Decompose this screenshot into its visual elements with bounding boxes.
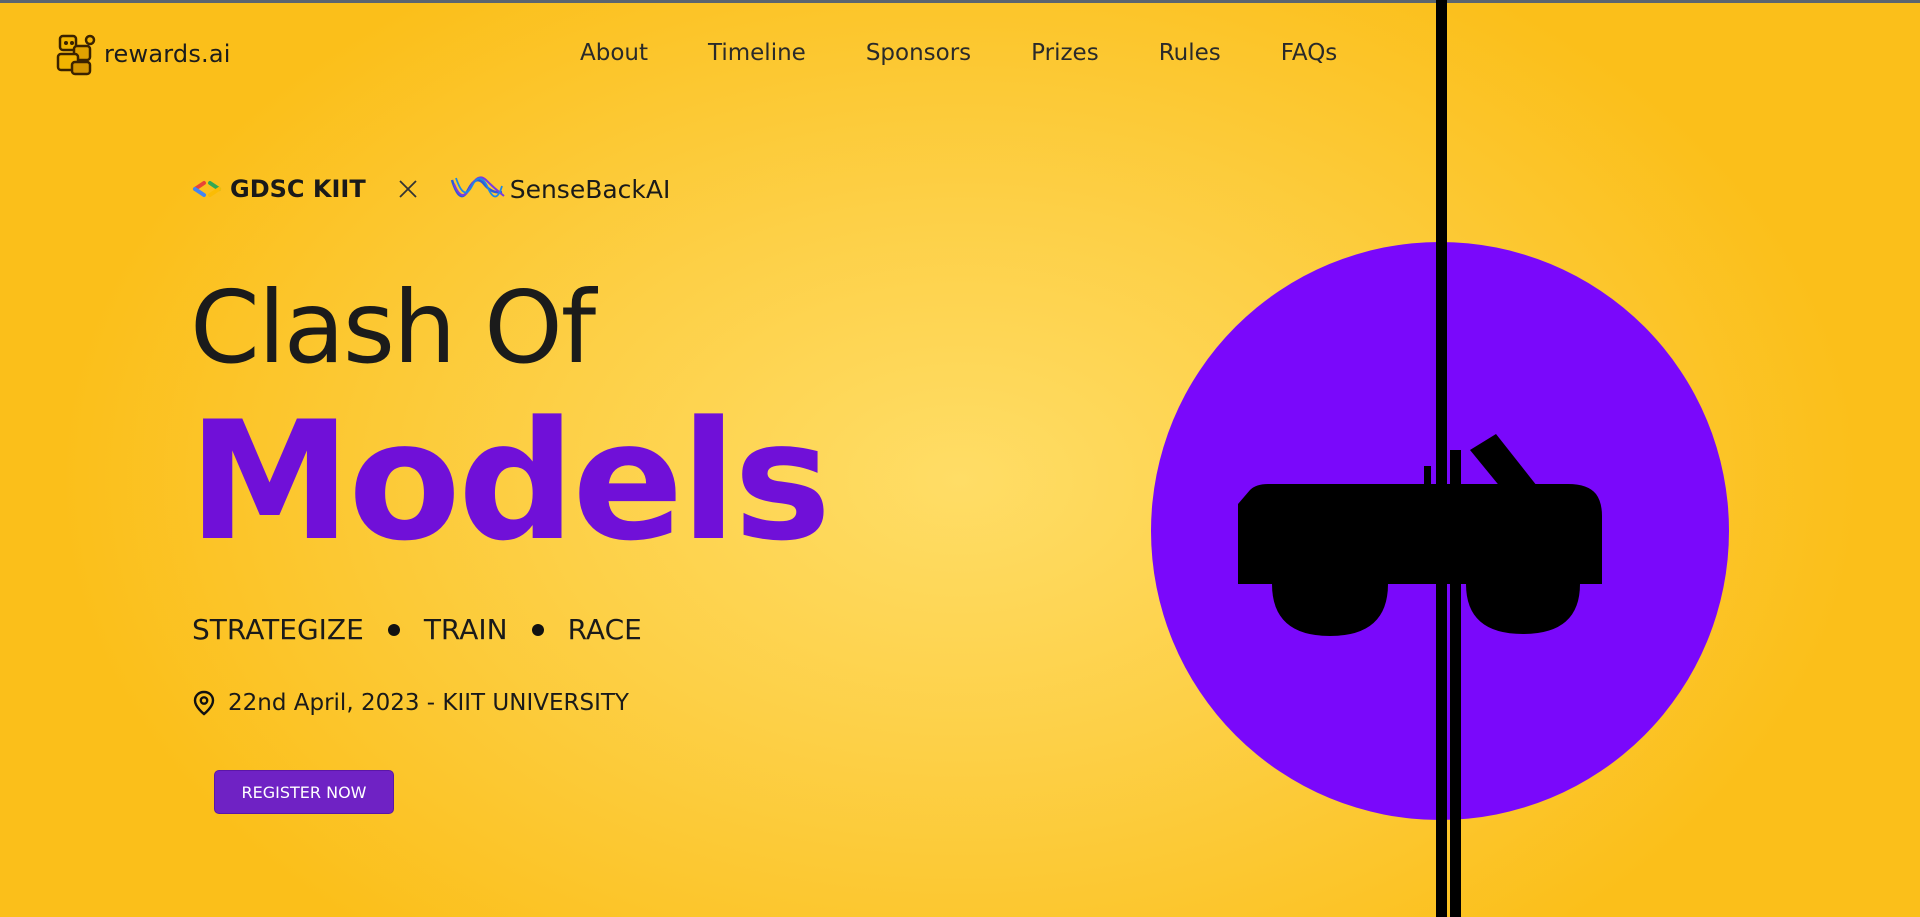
tagline-train: TRAIN	[423, 613, 508, 646]
close-icon	[399, 180, 417, 198]
bullet-dot	[387, 623, 400, 636]
tagline-strategize: STRATEGIZE	[192, 613, 364, 646]
date-location-text: 22nd April, 2023 - KIIT UNIVERSITY	[228, 690, 629, 716]
logo-text: rewards.ai	[104, 40, 231, 68]
car-icon	[1238, 434, 1602, 636]
nav-sponsors[interactable]: Sponsors	[866, 40, 971, 66]
sensebackai-wave-icon	[450, 176, 505, 198]
site-logo[interactable]: rewards.ai	[54, 30, 231, 78]
register-button[interactable]: REGISTER NOW	[214, 770, 394, 814]
hero-title-line2: Models	[188, 386, 831, 577]
nav-faqs[interactable]: FAQs	[1281, 40, 1338, 66]
nav-rules[interactable]: Rules	[1159, 40, 1221, 66]
nav-timeline[interactable]: Timeline	[708, 40, 806, 66]
partner-logos: GDSC KIIT SenseBackAI	[192, 172, 670, 206]
hero-title-line1: Clash Of	[190, 269, 596, 386]
gdsc-logo-icon	[193, 181, 221, 197]
sensebackai-label: SenseBackAI	[509, 174, 671, 204]
bullet-dot	[531, 623, 544, 636]
robot-icon	[56, 34, 96, 76]
vertical-divider-bar-lower	[1450, 450, 1461, 917]
location-pin-icon	[193, 690, 215, 716]
event-date-location: 22nd April, 2023 - KIIT UNIVERSITY	[192, 690, 629, 716]
gdsc-label: GDSC KIIT	[230, 175, 366, 203]
hero-tagline: STRATEGIZE TRAIN RACE	[192, 613, 642, 646]
top-border	[0, 0, 1920, 3]
nav-about[interactable]: About	[580, 40, 648, 66]
nav-prizes[interactable]: Prizes	[1031, 40, 1099, 66]
vertical-divider-bar	[1436, 0, 1447, 917]
main-nav: About Timeline Sponsors Prizes Rules FAQ…	[580, 40, 1397, 66]
tagline-race: RACE	[567, 613, 642, 646]
